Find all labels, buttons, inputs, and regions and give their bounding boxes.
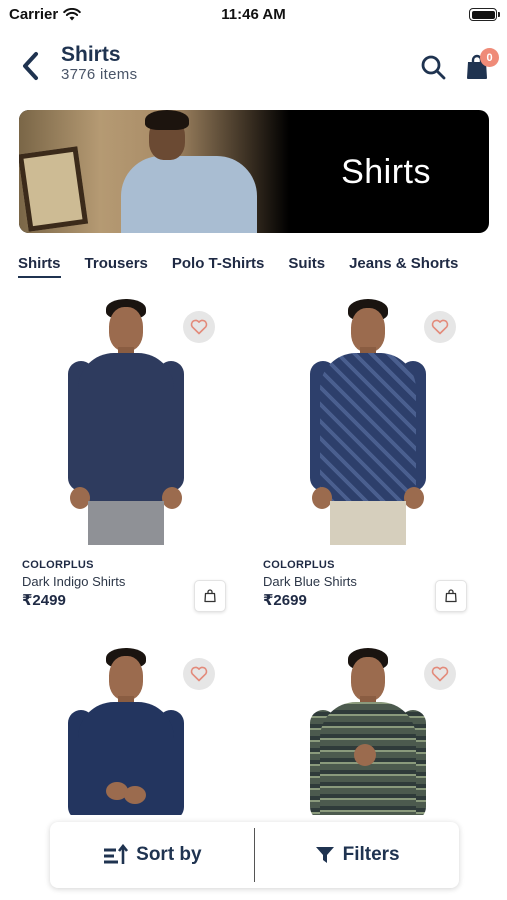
- product-name: Dark Indigo Shirts: [22, 574, 126, 589]
- model-figure: [306, 648, 430, 815]
- product-card[interactable]: COLORPLUS Dark Indigo Shirts ₹2499: [6, 295, 246, 615]
- header: Shirts 3776 items: [0, 40, 507, 96]
- banner-model-torso: [121, 156, 257, 233]
- sort-filter-bar: Sort by Filters: [50, 822, 459, 888]
- product-price: ₹2499: [22, 592, 66, 609]
- product-card[interactable]: [6, 640, 246, 815]
- product-brand: COLORPLUS: [22, 559, 94, 571]
- model-figure: [64, 299, 188, 545]
- tab-trousers[interactable]: Trousers: [85, 255, 148, 278]
- heart-icon: [431, 666, 449, 682]
- model-figure: [64, 648, 188, 815]
- clock: 11:46 AM: [221, 6, 286, 23]
- shirt-body: [320, 353, 416, 503]
- battery-icon: [469, 8, 500, 21]
- tab-jeans-shorts[interactable]: Jeans & Shorts: [349, 255, 458, 278]
- back-button[interactable]: [12, 48, 48, 84]
- filter-label: Filters: [342, 844, 400, 865]
- bag-icon: [204, 589, 216, 603]
- page-title: Shirts: [61, 43, 121, 66]
- banner-model-hair: [145, 110, 189, 130]
- banner-photo: [19, 110, 289, 233]
- add-to-cart-button[interactable]: [435, 580, 467, 612]
- filter-icon: [315, 847, 334, 863]
- heart-icon: [190, 666, 208, 682]
- wishlist-button[interactable]: [424, 658, 456, 690]
- status-bar: Carrier 11:46 AM: [0, 0, 507, 30]
- product-name: Dark Blue Shirts: [263, 574, 357, 589]
- cart-count-badge: 0: [480, 48, 499, 67]
- add-to-cart-button[interactable]: [194, 580, 226, 612]
- sort-icon: [104, 844, 129, 864]
- product-card[interactable]: COLORPLUS Dark Blue Shirts ₹2699: [248, 295, 488, 615]
- product-price: ₹2699: [263, 592, 307, 609]
- sort-label: Sort by: [136, 844, 202, 865]
- product-brand: COLORPLUS: [263, 559, 335, 571]
- category-banner[interactable]: Shirts: [19, 110, 489, 233]
- banner-picture-frame: [19, 146, 89, 232]
- tab-shirts[interactable]: Shirts: [18, 255, 61, 278]
- title-block: Shirts 3776 items: [61, 44, 137, 84]
- search-icon: [421, 55, 446, 80]
- shirt-body: [78, 353, 174, 503]
- wishlist-button[interactable]: [424, 311, 456, 343]
- chevron-left-icon: [23, 52, 38, 80]
- heart-icon: [431, 319, 449, 335]
- tab-suits[interactable]: Suits: [288, 255, 325, 278]
- category-tabs: Shirts Trousers Polo T-Shirts Suits Jean…: [18, 255, 482, 278]
- product-card[interactable]: [248, 640, 488, 815]
- sort-button[interactable]: Sort by: [50, 822, 254, 888]
- wishlist-button[interactable]: [183, 311, 215, 343]
- model-figure: [306, 299, 430, 545]
- bag-icon: [445, 589, 457, 603]
- heart-icon: [190, 319, 208, 335]
- search-button[interactable]: [416, 50, 450, 84]
- banner-title: Shirts: [341, 153, 431, 191]
- tab-polo-t-shirts[interactable]: Polo T-Shirts: [172, 255, 265, 278]
- filter-button[interactable]: Filters: [255, 822, 459, 888]
- wishlist-button[interactable]: [183, 658, 215, 690]
- item-count: 3776 items: [61, 66, 138, 83]
